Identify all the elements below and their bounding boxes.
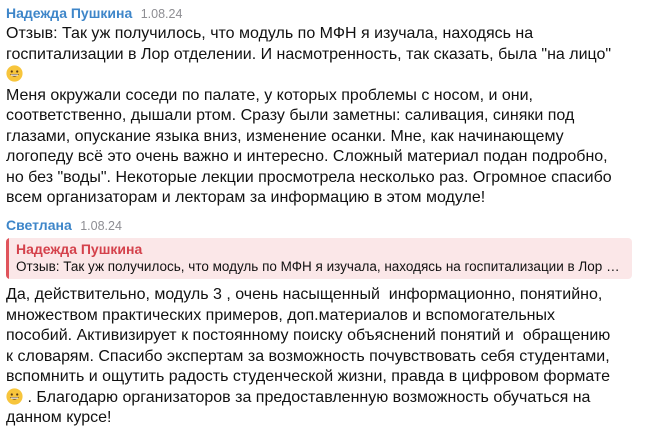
grinning-face-emoji-icon: [6, 65, 23, 82]
message-text-part: . Благодарю организаторов за предоставле…: [6, 388, 591, 427]
reply-quote-text: Отзыв: Так уж получилось, что модуль по …: [16, 259, 624, 274]
message-text: Да, действительно, модуль 3 , очень насы…: [6, 285, 656, 429]
message: Светлана 1.08.24 Надежда Пушкина Отзыв: …: [6, 214, 656, 429]
chat-history: Надежда Пушкина 1.08.24 Отзыв: Так уж по…: [0, 0, 666, 426]
message-text-part: Да, действительно, модуль 3 , очень насы…: [6, 286, 611, 385]
message-text: Отзыв: Так уж получилось, что модуль по …: [6, 24, 656, 209]
message-header: Светлана 1.08.24: [6, 214, 656, 236]
message-header: Надежда Пушкина 1.08.24: [6, 2, 656, 24]
message-author[interactable]: Светлана: [6, 217, 72, 233]
message-author[interactable]: Надежда Пушкина: [6, 5, 132, 21]
message: Надежда Пушкина 1.08.24 Отзыв: Так уж по…: [6, 2, 656, 209]
reply-quote-bar: [6, 238, 9, 279]
message-date: 1.08.24: [140, 7, 183, 21]
message-text-part: Меня окружали соседи по палате, у которы…: [6, 86, 612, 207]
message-text-part: Отзыв: Так уж получилось, что модуль по …: [6, 25, 612, 63]
message-date: 1.08.24: [80, 219, 122, 233]
reply-quote[interactable]: Надежда Пушкина Отзыв: Так уж получилось…: [6, 238, 632, 279]
grinning-face-emoji-icon: [6, 387, 23, 405]
reply-quote-author: Надежда Пушкина: [16, 241, 143, 257]
